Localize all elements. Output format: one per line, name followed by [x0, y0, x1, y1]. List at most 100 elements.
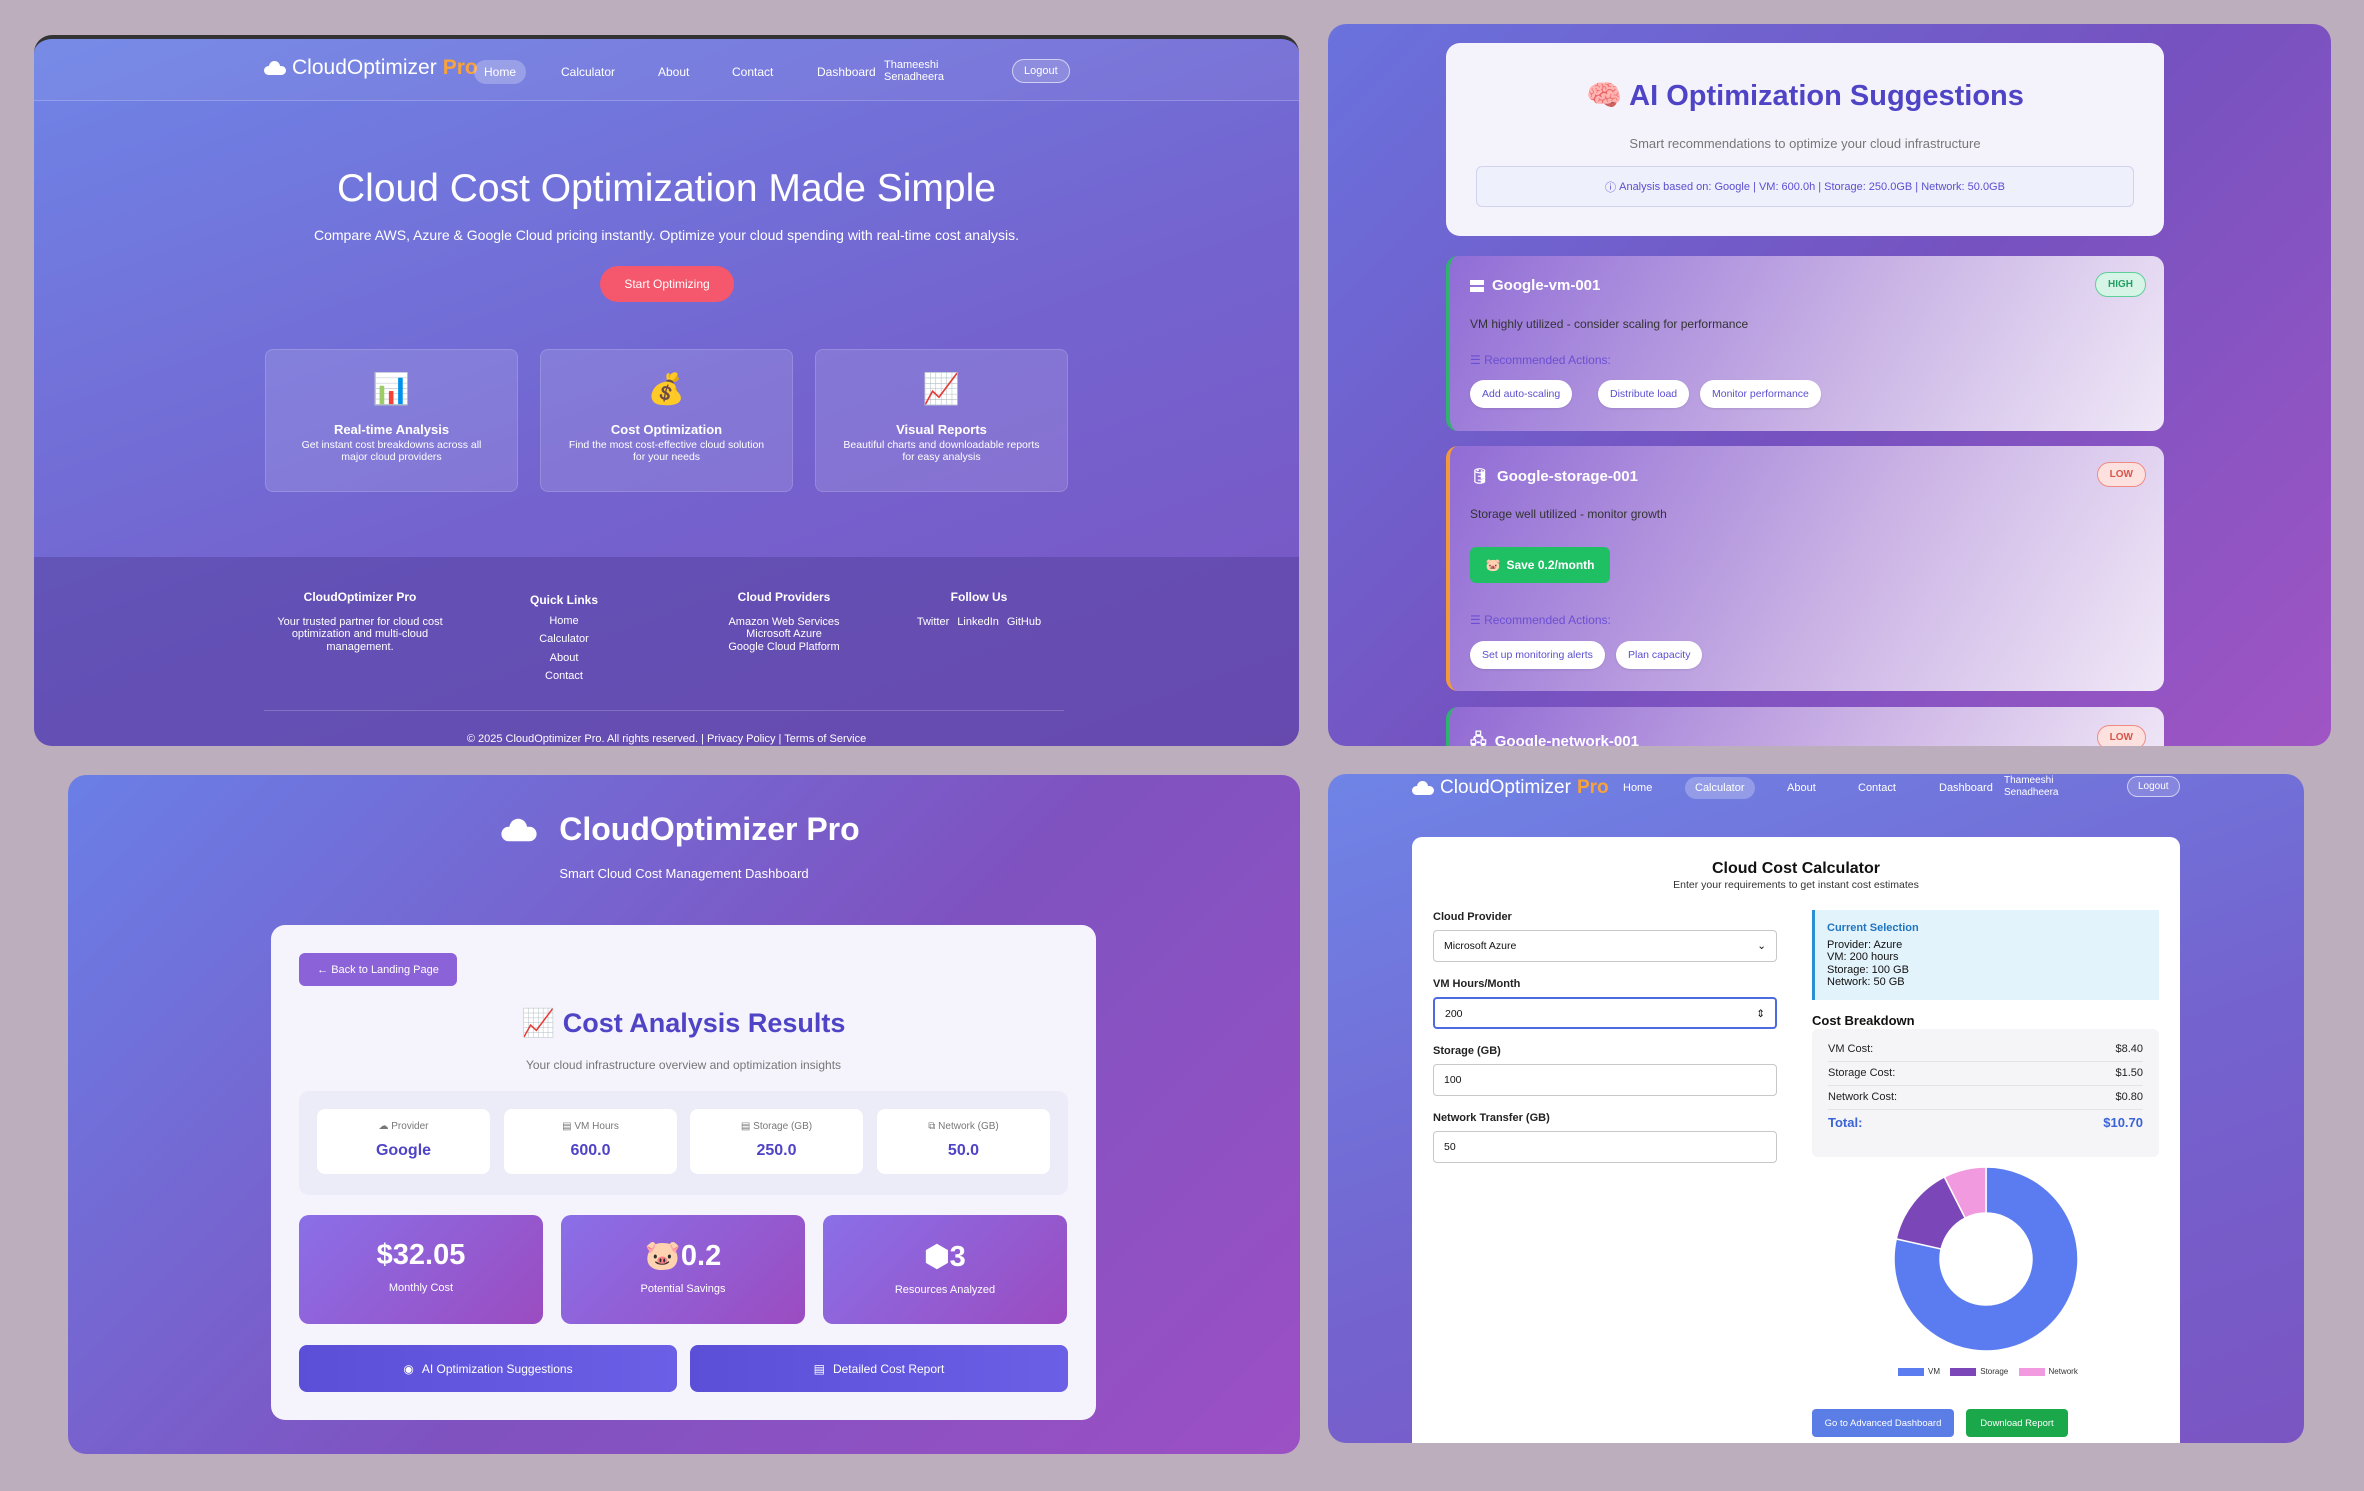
nav-contact[interactable]: Contact — [1858, 782, 1896, 794]
trend-chart-icon: 📈 — [922, 373, 961, 406]
action-chip[interactable]: Distribute load — [1598, 380, 1690, 408]
breakdown-row-vm: VM Cost: $8.40 — [1828, 1043, 2143, 1055]
brand-logo[interactable]: CloudOptimizer Pro — [1412, 777, 1609, 799]
action-chip[interactable]: Set up monitoring alerts — [1470, 641, 1605, 669]
github-link[interactable]: GitHub — [1007, 616, 1041, 629]
action-chip[interactable]: Add auto-scaling — [1470, 380, 1573, 408]
money-bag-icon: 💰 — [647, 373, 686, 406]
chevron-down-icon: ⌄ — [1757, 940, 1766, 952]
landing-panel: CloudOptimizer Pro Home Calculator About … — [34, 35, 1299, 746]
vm-hours-label: VM Hours/Month — [1433, 978, 1521, 990]
brain-icon: ◉ — [403, 1361, 414, 1376]
twitter-link[interactable]: Twitter — [917, 616, 949, 629]
rec-desc: VM highly utilized - consider scaling fo… — [1470, 317, 1749, 331]
logout-button[interactable]: Logout — [1012, 59, 1070, 83]
dashboard-brand: CloudOptimizer Pro — [68, 811, 1300, 848]
nav-home[interactable]: Home — [1623, 782, 1652, 794]
user-name: Thameeshi Senadheera — [884, 59, 944, 83]
breakdown-row-storage: Storage Cost: $1.50 — [1828, 1067, 2143, 1079]
stat-vm-hours: ▤ VM Hours 600.0 — [504, 1109, 677, 1174]
cost-report-button[interactable]: ▤ Detailed Cost Report — [690, 1345, 1068, 1392]
info-icon: ⓘ — [1605, 181, 1620, 194]
network-label: Network Transfer (GB) — [1433, 1112, 1550, 1124]
logout-button[interactable]: Logout — [2127, 776, 2180, 797]
priority-badge: LOW — [2096, 725, 2146, 746]
calculator-panel: CloudOptimizer Pro Home Calculator About … — [1328, 774, 2304, 1443]
dashboard-panel: CloudOptimizer Pro Smart Cloud Cost Mana… — [68, 775, 1300, 1454]
provider-select[interactable]: Microsoft Azure ⌄ — [1433, 930, 1777, 962]
footer-providers: Cloud Providers Amazon Web Services Micr… — [704, 591, 864, 653]
calculator-title: Cloud Cost Calculator — [1711, 860, 1880, 877]
feature-card-reports: 📈 Visual Reports Beautiful charts and do… — [815, 349, 1068, 492]
cloud-icon — [501, 818, 537, 841]
footer-link-home[interactable]: Home — [514, 612, 614, 631]
feature-desc: Get instant cost breakdowns across all m… — [301, 439, 482, 463]
metric-resources: ⬢3 Resources Analyzed — [823, 1215, 1067, 1324]
calculator-card: Cloud Cost Calculator Enter your require… — [1412, 837, 2180, 1443]
footer-link-contact[interactable]: Contact — [514, 667, 614, 686]
footer-provider-gcp[interactable]: Google Cloud Platform — [704, 641, 864, 654]
action-chip[interactable]: Plan capacity — [1616, 641, 1703, 669]
advanced-dashboard-button[interactable]: Go to Advanced Dashboard — [1812, 1409, 1954, 1437]
nav-contact[interactable]: Contact — [732, 65, 773, 79]
vm-hours-input[interactable]: 200 ⇕ — [1433, 997, 1777, 1029]
calculator-subtitle: Enter your requirements to get instant c… — [1673, 879, 1919, 891]
network-input[interactable]: 50 — [1433, 1131, 1777, 1163]
nav-about[interactable]: About — [1787, 782, 1816, 794]
chart-legend: VM Storage Network — [1898, 1367, 2078, 1376]
footer-provider-aws[interactable]: Amazon Web Services — [704, 616, 864, 629]
stepper-icon[interactable]: ⇕ — [1756, 1008, 1765, 1020]
legend-swatch-storage — [1950, 1367, 1977, 1376]
rec-card-storage: 🛢 Google-storage-001 LOW Storage well uti… — [1446, 446, 2164, 691]
copyright: © 2025 CloudOptimizer Pro. All rights re… — [466, 733, 867, 745]
cubes-icon: ⬢ — [924, 1241, 950, 1273]
nav-calculator[interactable]: Calculator — [561, 65, 615, 79]
breakdown-row-total: Total: $10.70 — [1828, 1115, 2143, 1130]
feature-title: Visual Reports — [896, 422, 987, 437]
linkedin-link[interactable]: LinkedIn — [957, 616, 999, 629]
back-button[interactable]: ← Back to Landing Page — [299, 953, 457, 986]
brand-pro: Pro — [1576, 777, 1609, 798]
line-chart-icon: 📈 — [521, 1008, 556, 1038]
footer-provider-azure[interactable]: Microsoft Azure — [704, 628, 864, 641]
stat-provider: ☁ Provider Google — [317, 1109, 490, 1174]
feature-desc: Beautiful charts and downloadable report… — [843, 439, 1040, 463]
hero-title: Cloud Cost Optimization Made Simple — [337, 167, 996, 210]
bar-chart-icon: 📊 — [372, 373, 411, 406]
action-chip[interactable]: Monitor performance — [1700, 380, 1821, 408]
footer-link-about[interactable]: About — [514, 649, 614, 668]
nav-calculator[interactable]: Calculator — [1685, 777, 1755, 799]
suggestions-panel: 🧠 AI Optimization Suggestions Smart reco… — [1328, 24, 2331, 746]
nav-dashboard[interactable]: Dashboard — [817, 65, 876, 79]
download-report-button[interactable]: Download Report — [1966, 1409, 2068, 1437]
feature-card-optimization: 💰 Cost Optimization Find the most cost-e… — [540, 349, 793, 492]
network-icon: 🖧 — [1470, 731, 1487, 746]
nav-dashboard[interactable]: Dashboard — [1939, 782, 1993, 794]
ai-suggestions-button[interactable]: ◉ AI Optimization Suggestions — [299, 1345, 677, 1392]
save-button[interactable]: 🐷 Save 0.2/month — [1470, 547, 1610, 583]
footer-link-calculator[interactable]: Calculator — [514, 630, 614, 649]
cost-breakdown: VM Cost: $8.40 Storage Cost: $1.50 Network… — [1812, 1029, 2159, 1157]
brand-logo[interactable]: CloudOptimizer Pro — [264, 56, 478, 80]
results-card: ← Back to Landing Page 📈 Cost Analysis R… — [271, 925, 1096, 1420]
analysis-info: ⓘ Analysis based on: Google | VM: 600.0h… — [1476, 166, 2134, 207]
suggestions-subtitle: Smart recommendations to optimize your c… — [1629, 136, 1981, 151]
metric-monthly-cost: $32.05 Monthly Cost — [299, 1215, 543, 1324]
nav-about[interactable]: About — [658, 65, 689, 79]
start-optimizing-button[interactable]: Start Optimizing — [600, 266, 734, 302]
document-icon: ▤ — [813, 1361, 825, 1376]
results-desc: Your cloud infrastructure overview and o… — [525, 1058, 842, 1072]
server-icon — [1470, 279, 1484, 292]
storage-input[interactable]: 100 — [1433, 1064, 1777, 1096]
storage-label: Storage (GB) — [1433, 1045, 1501, 1057]
piggy-bank-icon: 🐷 — [644, 1240, 681, 1272]
legend-swatch-vm — [1898, 1367, 1924, 1376]
brain-icon: 🧠 — [1586, 80, 1623, 112]
results-title: 📈 Cost Analysis Results — [521, 1008, 846, 1038]
feature-title: Real-time Analysis — [333, 422, 450, 437]
cloud-icon: ☁ — [378, 1121, 392, 1132]
database-icon: ▤ — [740, 1121, 754, 1132]
nav-home[interactable]: Home — [474, 60, 527, 84]
feature-card-analysis: 📊 Real-time Analysis Get instant cost br… — [265, 349, 518, 492]
cost-donut-chart — [1893, 1166, 2079, 1352]
